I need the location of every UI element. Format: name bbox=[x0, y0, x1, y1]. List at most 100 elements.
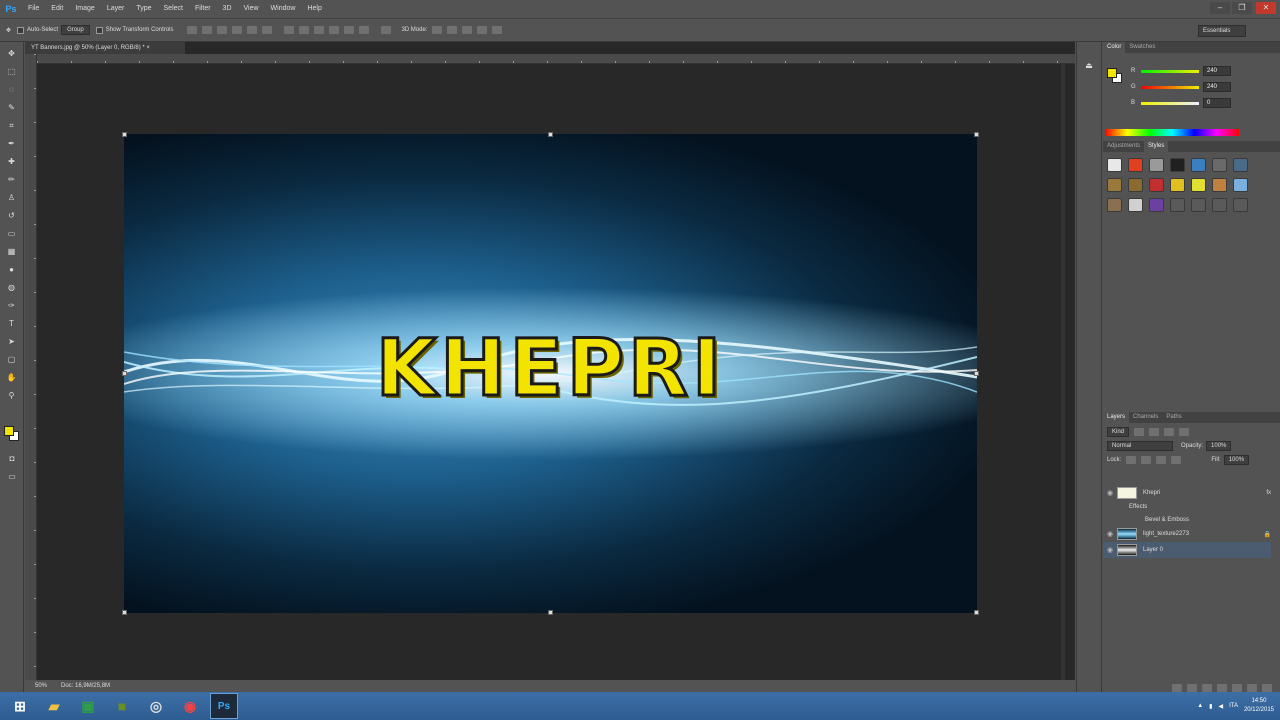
menu-view[interactable]: View bbox=[238, 0, 265, 18]
move-tool-icon[interactable]: ✥ bbox=[5, 48, 19, 60]
vertical-scrollbar[interactable] bbox=[1061, 64, 1065, 680]
filter-shape-icon[interactable] bbox=[1179, 428, 1190, 436]
red-value[interactable]: 240 bbox=[1203, 66, 1231, 76]
tab-layers[interactable]: Layers bbox=[1103, 412, 1130, 423]
blend-mode-dropdown[interactable]: Normal bbox=[1107, 441, 1173, 451]
transform-handle-right[interactable] bbox=[974, 371, 979, 376]
eyedropper-tool-icon[interactable]: ✒ bbox=[5, 138, 19, 150]
align-top-icon[interactable] bbox=[187, 26, 198, 34]
volume-icon[interactable]: ◀ bbox=[1218, 703, 1223, 710]
color-panel-foreground-swatch[interactable] bbox=[1107, 68, 1117, 78]
3d-roll-icon[interactable] bbox=[447, 26, 458, 34]
distribute-left-icon[interactable] bbox=[329, 26, 340, 34]
style-preset-swatch[interactable] bbox=[1170, 198, 1185, 212]
tab-swatches[interactable]: Swatches bbox=[1125, 42, 1159, 53]
distribute-bottom-icon[interactable] bbox=[314, 26, 325, 34]
show-transform-checkbox[interactable] bbox=[95, 26, 103, 34]
menu-file[interactable]: File bbox=[22, 0, 45, 18]
filter-type-icon[interactable] bbox=[1164, 428, 1175, 436]
screen-mode-icon[interactable]: ▭ bbox=[5, 471, 19, 483]
distribute-middle-icon[interactable] bbox=[299, 26, 310, 34]
style-preset-swatch[interactable] bbox=[1128, 158, 1143, 172]
lock-all-icon[interactable] bbox=[1171, 456, 1182, 464]
style-preset-swatch[interactable] bbox=[1107, 178, 1122, 192]
visibility-eye-icon[interactable]: ◉ bbox=[1103, 489, 1117, 497]
align-middle-icon[interactable] bbox=[202, 26, 213, 34]
image-canvas[interactable]: KHEPRI bbox=[124, 134, 977, 613]
new-group-icon[interactable] bbox=[1232, 684, 1242, 692]
green-slider[interactable] bbox=[1141, 85, 1199, 89]
kind-filter-dropdown[interactable]: Kind bbox=[1107, 427, 1130, 437]
3d-rotate-icon[interactable] bbox=[432, 26, 443, 34]
tab-channels[interactable]: Channels bbox=[1129, 412, 1162, 423]
menu-help[interactable]: Help bbox=[301, 0, 327, 18]
history-brush-icon[interactable]: ↺ bbox=[5, 210, 19, 222]
distribute-center-icon[interactable] bbox=[344, 26, 355, 34]
tray-up-arrow-icon[interactable]: ▲ bbox=[1197, 703, 1203, 709]
excel-icon[interactable]: ▣ bbox=[74, 693, 102, 719]
start-button[interactable]: ⊞ bbox=[6, 693, 34, 719]
style-preset-swatch[interactable] bbox=[1149, 198, 1164, 212]
transform-handle-top-right[interactable] bbox=[974, 132, 979, 137]
style-preset-swatch[interactable] bbox=[1128, 178, 1143, 192]
style-preset-swatch[interactable] bbox=[1191, 178, 1206, 192]
style-preset-swatch[interactable] bbox=[1212, 178, 1227, 192]
fill-value[interactable]: 100% bbox=[1223, 455, 1250, 465]
minecraft-icon[interactable]: ■ bbox=[108, 693, 136, 719]
transform-handle-bottom-left[interactable] bbox=[122, 610, 127, 615]
foreground-color-swatch[interactable] bbox=[4, 426, 14, 436]
align-right-icon[interactable] bbox=[262, 26, 273, 34]
fx-badge[interactable]: fx bbox=[1266, 490, 1271, 496]
menu-filter[interactable]: Filter bbox=[189, 0, 217, 18]
marquee-tool-icon[interactable]: ⬚ bbox=[5, 66, 19, 78]
menu-image[interactable]: Image bbox=[69, 0, 100, 18]
green-value[interactable]: 240 bbox=[1203, 82, 1231, 92]
style-preset-swatch[interactable] bbox=[1233, 198, 1248, 212]
gradient-tool-icon[interactable]: ▦ bbox=[5, 246, 19, 258]
align-bottom-icon[interactable] bbox=[217, 26, 228, 34]
lock-position-icon[interactable] bbox=[1156, 456, 1167, 464]
3d-scale-icon[interactable] bbox=[492, 26, 503, 34]
show-transform-option[interactable]: Show Transform Controls bbox=[95, 26, 173, 34]
restore-button[interactable]: ❐ bbox=[1232, 2, 1252, 14]
menu-type[interactable]: Type bbox=[130, 0, 157, 18]
new-adjustment-icon[interactable] bbox=[1217, 684, 1227, 692]
3d-drag-icon[interactable] bbox=[462, 26, 473, 34]
red-slider[interactable] bbox=[1141, 69, 1199, 73]
transform-handle-left[interactable] bbox=[122, 371, 127, 376]
zoom-tool-icon[interactable]: ⚲ bbox=[5, 390, 19, 402]
shape-tool-icon[interactable]: ▢ bbox=[5, 354, 19, 366]
tab-styles[interactable]: Styles bbox=[1144, 141, 1169, 152]
blue-value[interactable]: 0 bbox=[1203, 98, 1231, 108]
close-button[interactable]: ✕ bbox=[1256, 2, 1276, 14]
filter-adjustment-icon[interactable] bbox=[1149, 428, 1160, 436]
healing-tool-icon[interactable]: ✚ bbox=[5, 156, 19, 168]
file-explorer-icon[interactable]: ▰ bbox=[40, 693, 68, 719]
style-preset-swatch[interactable] bbox=[1149, 178, 1164, 192]
zoom-level[interactable]: 50% bbox=[35, 683, 47, 689]
stamp-tool-icon[interactable]: ♙ bbox=[5, 192, 19, 204]
crop-tool-icon[interactable]: ⌗ bbox=[5, 120, 19, 132]
menu-select[interactable]: Select bbox=[158, 0, 189, 18]
style-preset-swatch[interactable] bbox=[1212, 158, 1227, 172]
opacity-value[interactable]: 100% bbox=[1206, 441, 1232, 451]
align-center-icon[interactable] bbox=[247, 26, 258, 34]
auto-select-dropdown[interactable]: Group bbox=[61, 25, 90, 35]
quick-mask-icon[interactable]: ◘ bbox=[5, 453, 19, 465]
lock-image-icon[interactable] bbox=[1141, 456, 1152, 464]
clock[interactable]: 14:50 20/12/2015 bbox=[1244, 697, 1274, 715]
tab-color[interactable]: Color bbox=[1103, 42, 1126, 53]
style-preset-swatch[interactable] bbox=[1107, 158, 1122, 172]
dodge-tool-icon[interactable]: ◍ bbox=[5, 282, 19, 294]
style-preset-swatch[interactable] bbox=[1149, 158, 1164, 172]
lock-transparent-icon[interactable] bbox=[1126, 456, 1137, 464]
visibility-eye-icon[interactable]: ◉ bbox=[1103, 530, 1117, 538]
style-preset-swatch[interactable] bbox=[1233, 178, 1248, 192]
3d-slide-icon[interactable] bbox=[477, 26, 488, 34]
style-preset-swatch[interactable] bbox=[1233, 158, 1248, 172]
filter-pixel-icon[interactable] bbox=[1134, 428, 1145, 436]
style-preset-swatch[interactable] bbox=[1170, 158, 1185, 172]
quick-select-tool-icon[interactable]: ✎ bbox=[5, 102, 19, 114]
link-layers-icon[interactable] bbox=[1172, 684, 1182, 692]
add-mask-icon[interactable] bbox=[1202, 684, 1212, 692]
